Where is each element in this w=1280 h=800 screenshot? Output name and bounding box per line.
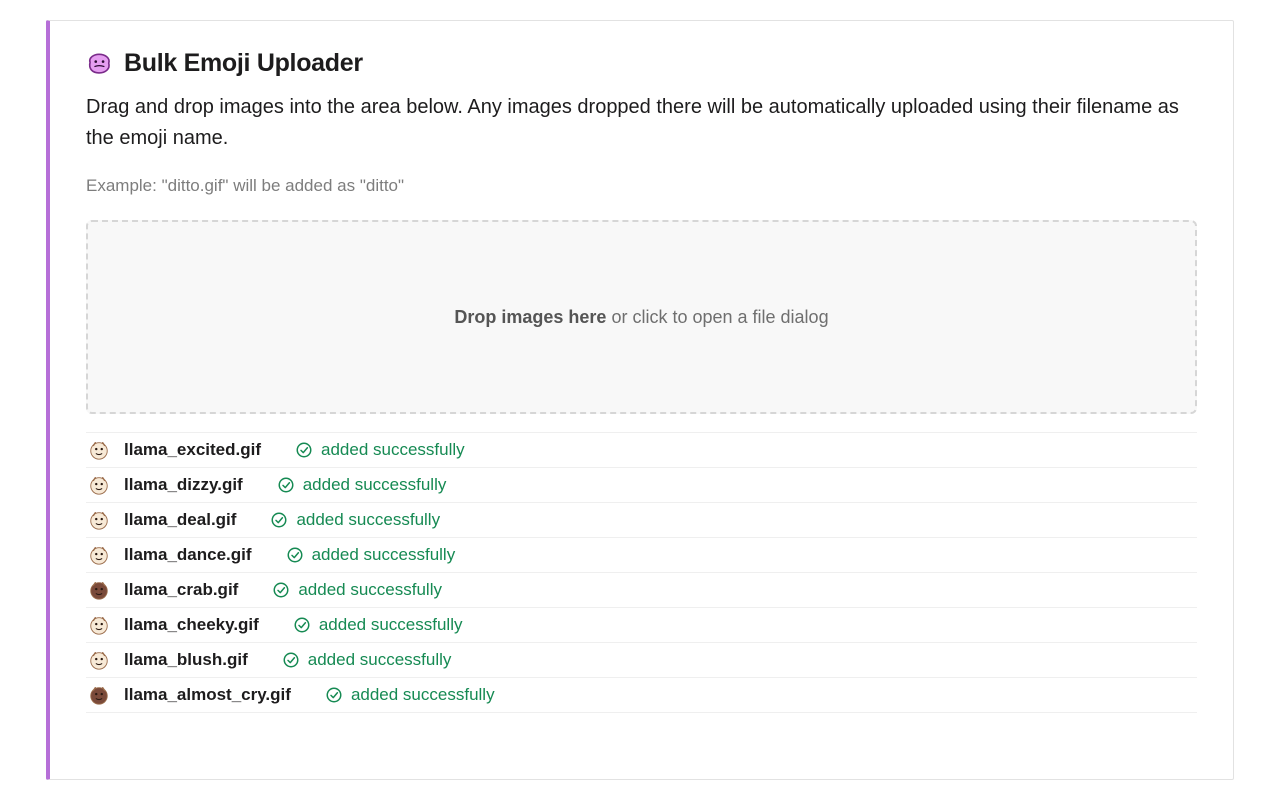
upload-status: added successfully [270, 510, 440, 530]
check-circle-icon [295, 441, 313, 459]
upload-filename: llama_deal.gif [124, 510, 236, 530]
upload-status-text: added successfully [351, 685, 495, 705]
emoji-thumbnail [88, 474, 110, 496]
dropzone[interactable]: Drop images here or click to open a file… [86, 220, 1197, 414]
dropzone-label: Drop images here or click to open a file… [454, 307, 828, 328]
upload-status-text: added successfully [298, 580, 442, 600]
panel-header: Bulk Emoji Uploader [86, 49, 1197, 78]
emoji-thumbnail [88, 579, 110, 601]
emoji-thumbnail [88, 439, 110, 461]
upload-status-text: added successfully [303, 475, 447, 495]
check-circle-icon [282, 651, 300, 669]
upload-status-text: added successfully [296, 510, 440, 530]
upload-status: added successfully [277, 475, 447, 495]
check-circle-icon [270, 511, 288, 529]
emoji-thumbnail [88, 509, 110, 531]
upload-filename: llama_almost_cry.gif [124, 685, 291, 705]
upload-status-text: added successfully [312, 545, 456, 565]
emoji-thumbnail [88, 614, 110, 636]
upload-row: llama_excited.gif added successfully [86, 432, 1197, 468]
ditto-blob-icon [86, 51, 112, 77]
upload-filename: llama_excited.gif [124, 440, 261, 460]
upload-row: llama_crab.gif added successfully [86, 573, 1197, 608]
upload-filename: llama_blush.gif [124, 650, 248, 670]
upload-status-text: added successfully [308, 650, 452, 670]
emoji-thumbnail [88, 544, 110, 566]
bulk-uploader-panel: Bulk Emoji Uploader Drag and drop images… [46, 20, 1234, 780]
upload-status-text: added successfully [319, 615, 463, 635]
panel-description: Drag and drop images into the area below… [86, 92, 1186, 154]
upload-status: added successfully [295, 440, 465, 460]
upload-row: llama_cheeky.gif added successfully [86, 608, 1197, 643]
panel-title: Bulk Emoji Uploader [124, 49, 363, 78]
upload-filename: llama_dance.gif [124, 545, 252, 565]
check-circle-icon [272, 581, 290, 599]
upload-row: llama_blush.gif added successfully [86, 643, 1197, 678]
check-circle-icon [277, 476, 295, 494]
upload-status: added successfully [282, 650, 452, 670]
upload-filename: llama_dizzy.gif [124, 475, 243, 495]
upload-filename: llama_crab.gif [124, 580, 238, 600]
panel-example: Example: "ditto.gif" will be added as "d… [86, 176, 1197, 196]
upload-row: llama_dance.gif added successfully [86, 538, 1197, 573]
upload-status: added successfully [325, 685, 495, 705]
upload-status: added successfully [286, 545, 456, 565]
upload-status: added successfully [272, 580, 442, 600]
emoji-thumbnail [88, 684, 110, 706]
upload-status: added successfully [293, 615, 463, 635]
check-circle-icon [286, 546, 304, 564]
check-circle-icon [325, 686, 343, 704]
upload-results-list: llama_excited.gif added successfully lla… [86, 432, 1197, 713]
upload-row: llama_dizzy.gif added successfully [86, 468, 1197, 503]
check-circle-icon [293, 616, 311, 634]
upload-status-text: added successfully [321, 440, 465, 460]
upload-row: llama_almost_cry.gif added successfully [86, 678, 1197, 713]
emoji-thumbnail [88, 649, 110, 671]
upload-filename: llama_cheeky.gif [124, 615, 259, 635]
upload-row: llama_deal.gif added successfully [86, 503, 1197, 538]
